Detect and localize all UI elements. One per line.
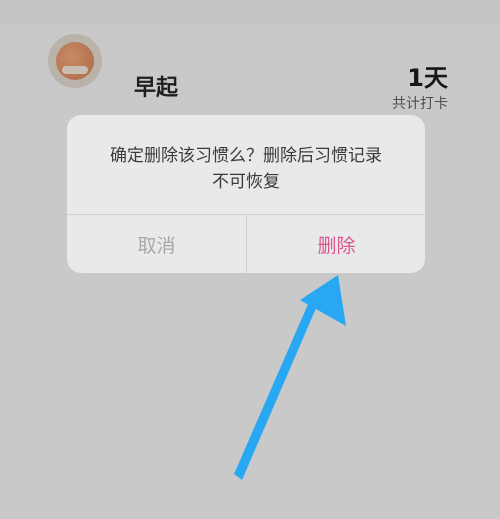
dialog-message: 确定删除该习惯么？删除后习惯记录 不可恢复: [85, 143, 407, 195]
arrow-shaft: [234, 302, 317, 480]
checkin-days-label: 共计打卡: [392, 96, 448, 112]
arrow-head: [300, 275, 346, 326]
checkin-days-value: 1天: [407, 64, 448, 92]
cancel-button[interactable]: 取消: [67, 215, 246, 273]
delete-confirm-dialog: 确定删除该习惯么？删除后习惯记录 不可恢复 取消 删除: [67, 115, 425, 273]
dialog-message-line-1: 确定删除该习惯么？删除后习惯记录: [110, 146, 382, 166]
dialog-message-line-2: 不可恢复: [212, 172, 280, 192]
sunrise-icon: [48, 34, 102, 88]
delete-button[interactable]: 删除: [247, 215, 425, 273]
sun-shape: [56, 42, 94, 80]
habit-name: 早起: [134, 76, 179, 101]
top-strip: [0, 0, 500, 24]
